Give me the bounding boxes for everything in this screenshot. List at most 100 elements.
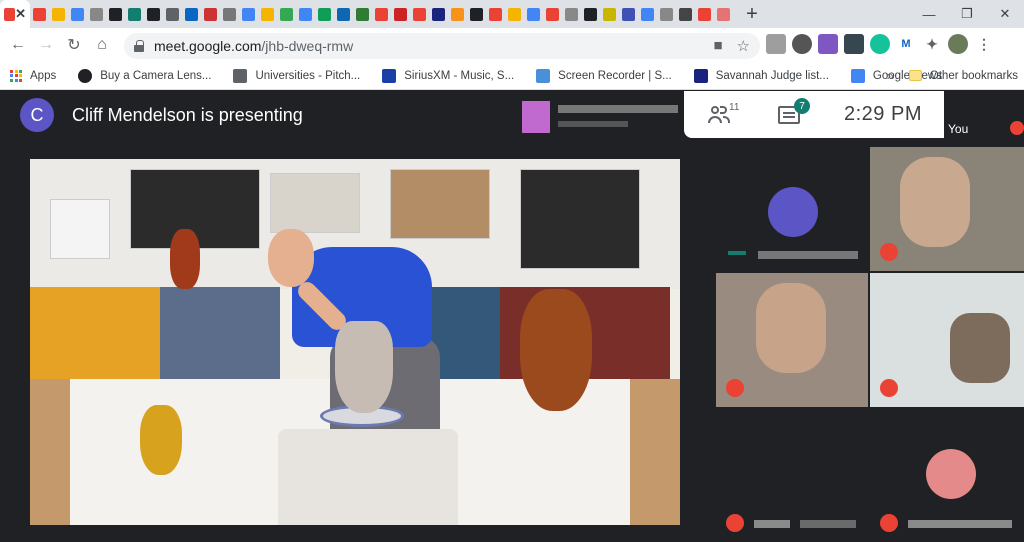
participant-avatar: [768, 187, 818, 237]
menu-kebab-icon[interactable]: ⋮: [974, 34, 994, 54]
bookmark-star-icon[interactable]: ☆: [737, 37, 750, 55]
bookmark-item[interactable]: Savannah Judge list...: [693, 68, 829, 83]
tab[interactable]: [315, 0, 334, 28]
tab[interactable]: [258, 0, 277, 28]
extension-icon-6[interactable]: M: [896, 34, 916, 54]
tab[interactable]: [296, 0, 315, 28]
profile-avatar-icon[interactable]: [948, 34, 968, 54]
reload-icon[interactable]: ↻: [60, 31, 88, 59]
tab[interactable]: [353, 0, 372, 28]
bookmark-item[interactable]: Apps: [10, 69, 56, 82]
participant-tile[interactable]: [716, 409, 868, 542]
camera-in-use-icon[interactable]: ■: [713, 37, 722, 55]
participant-face: [756, 283, 826, 373]
participant-tile[interactable]: [716, 273, 868, 407]
restore-icon[interactable]: ❐: [948, 0, 986, 28]
minimize-icon[interactable]: —: [910, 0, 948, 28]
tab[interactable]: [87, 0, 106, 28]
other-bookmarks-label: Other bookmarks: [929, 69, 1018, 82]
more-bookmarks-icon[interactable]: »: [887, 68, 894, 83]
participant-name: [800, 520, 856, 528]
participant-tile[interactable]: [716, 147, 868, 271]
home-icon[interactable]: ⌂: [88, 31, 116, 59]
blurred-subtitle: [558, 121, 628, 127]
bookmark-item[interactable]: Buy a Camera Lens...: [78, 68, 211, 83]
extension-icon-3[interactable]: [818, 34, 838, 54]
window-controls: — ❐ ✕: [910, 0, 1024, 28]
bookmark-label: Savannah Judge list...: [715, 69, 829, 82]
bookmark-item[interactable]: SiriusXM - Music, S...: [382, 68, 514, 83]
siriusxm-icon: [382, 68, 397, 83]
grammarly-icon[interactable]: [870, 34, 890, 54]
meeting-info-card: 11 7 2:29 PM: [684, 91, 944, 138]
new-tab-button[interactable]: +: [739, 3, 765, 25]
extension-icon-1[interactable]: [766, 34, 786, 54]
close-tab-icon[interactable]: ✕: [15, 6, 26, 22]
tab[interactable]: [657, 0, 676, 28]
other-bookmarks[interactable]: Other bookmarks: [908, 69, 1018, 82]
tab[interactable]: [638, 0, 657, 28]
active-tab[interactable]: ✕: [0, 0, 30, 28]
potter-head: [268, 229, 314, 287]
tab[interactable]: [600, 0, 619, 28]
chat-button[interactable]: 7: [754, 91, 824, 138]
tab-favicon-icon: [641, 7, 654, 21]
participant-tile[interactable]: [870, 273, 1024, 407]
tab[interactable]: [486, 0, 505, 28]
participant-tile[interactable]: [870, 409, 1024, 542]
extensions-puzzle-icon[interactable]: ✦: [922, 34, 942, 54]
tab[interactable]: [714, 0, 733, 28]
tab[interactable]: [581, 0, 600, 28]
mic-muted-icon: [880, 379, 898, 397]
tab-favicon-icon: [147, 7, 160, 21]
tab[interactable]: [163, 0, 182, 28]
tab[interactable]: [695, 0, 714, 28]
tab[interactable]: [562, 0, 581, 28]
tab[interactable]: [144, 0, 163, 28]
tab[interactable]: [410, 0, 429, 28]
tab[interactable]: [277, 0, 296, 28]
presenting-label: Cliff Mendelson is presenting: [72, 104, 303, 125]
extension-icon-4[interactable]: [844, 34, 864, 54]
tab[interactable]: [106, 0, 125, 28]
tab-favicon-icon: [413, 7, 426, 21]
tab[interactable]: [524, 0, 543, 28]
tab[interactable]: [182, 0, 201, 28]
bookmark-item[interactable]: Screen Recorder | S...: [536, 68, 672, 83]
tab[interactable]: [201, 0, 220, 28]
close-window-icon[interactable]: ✕: [986, 0, 1024, 28]
tab[interactable]: [125, 0, 144, 28]
tab[interactable]: [467, 0, 486, 28]
tab[interactable]: [429, 0, 448, 28]
extension-icon-2[interactable]: [792, 34, 812, 54]
tab[interactable]: [49, 0, 68, 28]
tab[interactable]: [334, 0, 353, 28]
forward-icon[interactable]: →: [32, 31, 60, 59]
tab[interactable]: [391, 0, 410, 28]
tab[interactable]: [505, 0, 524, 28]
address-bar[interactable]: meet.google.com/jhb-dweq-rmw ■ ☆: [124, 33, 760, 59]
back-icon[interactable]: ←: [4, 31, 32, 59]
tab[interactable]: [676, 0, 695, 28]
bookmarks-bar: Apps Buy a Camera Lens... Universities - P…: [0, 62, 1024, 90]
participant-tile[interactable]: [870, 147, 1024, 271]
tab[interactable]: [220, 0, 239, 28]
red-amphora: [170, 229, 200, 289]
pottery-poster: [270, 173, 360, 233]
tab[interactable]: [30, 0, 49, 28]
tab[interactable]: [619, 0, 638, 28]
screen-recorder-icon: [536, 68, 551, 83]
people-button[interactable]: 11: [684, 91, 754, 138]
pottery-poster: [520, 169, 640, 269]
tab[interactable]: [448, 0, 467, 28]
tab[interactable]: [543, 0, 562, 28]
tab[interactable]: [239, 0, 258, 28]
fabric-panel: [30, 287, 160, 383]
tab[interactable]: [372, 0, 391, 28]
bookmark-item[interactable]: Universities - Pitch...: [233, 68, 360, 83]
clay-pot: [335, 321, 393, 413]
yellow-jug: [140, 405, 182, 475]
chat-unread-badge: 7: [794, 98, 810, 114]
tab[interactable]: [68, 0, 87, 28]
tab-favicon-icon: [356, 7, 369, 21]
